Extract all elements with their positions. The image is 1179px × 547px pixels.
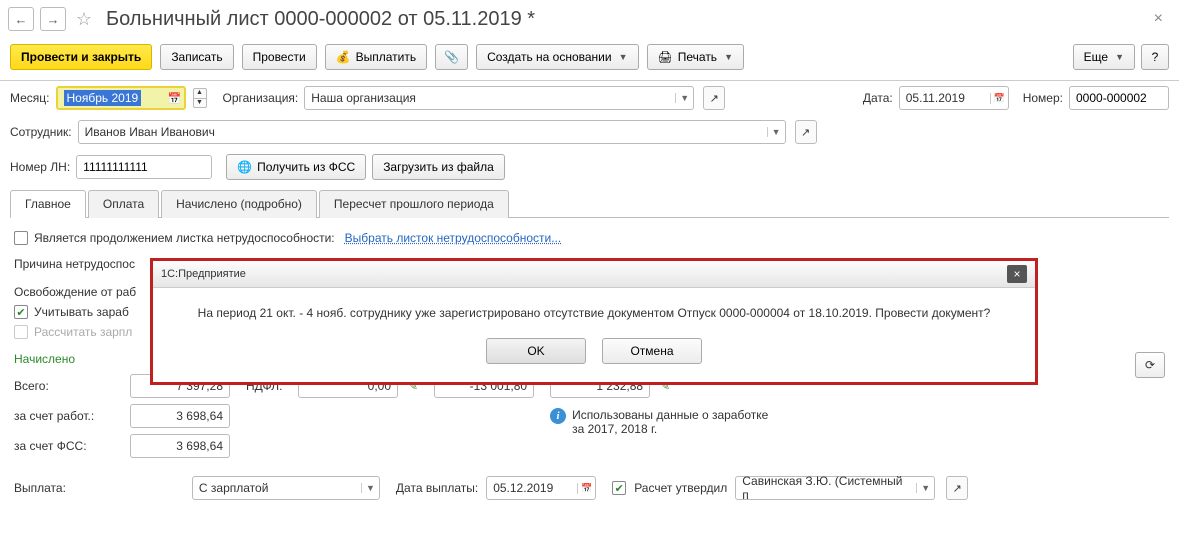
payout-select[interactable]: С зарплатой ▼	[192, 476, 380, 500]
help-button[interactable]: ?	[1141, 44, 1169, 70]
globe-icon: 🌐	[237, 160, 252, 174]
release-label: Освобождение от раб	[14, 285, 136, 299]
chevron-down-icon[interactable]: ▼	[675, 93, 693, 103]
pay-label: Выплатить	[356, 50, 417, 64]
chevron-down-icon[interactable]: ▼	[361, 483, 379, 493]
load-file-button[interactable]: Загрузить из файла	[372, 154, 505, 180]
get-fss-button[interactable]: 🌐 Получить из ФСС	[226, 154, 366, 180]
payout-value: С зарплатой	[193, 481, 361, 495]
refresh-icon: ⟳	[1145, 358, 1155, 372]
month-down[interactable]: ▼	[193, 98, 207, 108]
continuation-label: Является продолжением листка нетрудоспос…	[34, 231, 335, 245]
paperclip-icon: 📎	[444, 50, 459, 64]
create-based-label: Создать на основании	[487, 50, 612, 64]
employer-value[interactable]: 3 698,64	[130, 404, 230, 428]
number-label: Номер:	[1023, 91, 1063, 105]
info-text: Использованы данные о заработке за 2017,…	[572, 408, 772, 436]
reason-label: Причина нетрудоспос	[14, 257, 135, 271]
dialog-message: На период 21 окт. - 4 нояб. сотруднику у…	[198, 306, 991, 320]
payout-date-label: Дата выплаты:	[396, 481, 478, 495]
calendar-icon[interactable]: 📅	[990, 93, 1008, 104]
number-input[interactable]	[1069, 86, 1169, 110]
tab-recalc[interactable]: Пересчет прошлого периода	[319, 190, 509, 218]
page-title: Больничный лист 0000-000002 от 05.11.201…	[106, 8, 535, 31]
payout-label: Выплата:	[14, 481, 66, 495]
dialog-close-button[interactable]: ×	[1007, 265, 1027, 283]
org-open-button[interactable]: ↗	[703, 86, 725, 110]
employee-label: Сотрудник:	[10, 125, 72, 139]
tab-payment[interactable]: Оплата	[88, 190, 159, 218]
print-label: Печать	[678, 50, 717, 64]
employee-select[interactable]: Иванов Иван Иванович ▼	[78, 120, 786, 144]
dialog-title: 1С:Предприятие	[161, 268, 246, 280]
ln-input[interactable]	[76, 155, 212, 179]
save-button[interactable]: Записать	[160, 44, 233, 70]
chevron-down-icon[interactable]: ▼	[767, 127, 785, 137]
tab-main[interactable]: Главное	[10, 190, 86, 218]
payout-date-value: 05.12.2019	[487, 481, 577, 495]
more-button[interactable]: Еще ▼	[1073, 44, 1135, 70]
month-label: Месяц:	[10, 91, 50, 105]
continuation-checkbox[interactable]	[14, 231, 28, 245]
org-label: Организация:	[223, 91, 299, 105]
chevron-down-icon: ▼	[619, 52, 628, 62]
payout-date-input[interactable]: 05.12.2019 📅	[486, 476, 596, 500]
nav-forward-button[interactable]: →	[40, 7, 66, 31]
money-icon: 💰	[336, 50, 351, 64]
approved-label: Расчет утвердил	[634, 481, 727, 495]
print-button[interactable]: 🖨 Печать ▼	[647, 44, 744, 70]
month-value: Ноябрь 2019	[64, 90, 142, 106]
confirm-dialog: 1С:Предприятие × На период 21 окт. - 4 н…	[150, 258, 1038, 385]
org-select[interactable]: Наша организация ▼	[304, 86, 694, 110]
approved-select[interactable]: Савинская З.Ю. (Системный п ▼	[735, 476, 935, 500]
info-icon: i	[550, 408, 566, 424]
calendar-icon[interactable]: 📅	[577, 483, 595, 494]
date-label: Дата:	[863, 91, 893, 105]
date-value: 05.11.2019	[900, 91, 990, 105]
calc-salary-label: Рассчитать зарпл	[34, 325, 132, 339]
tab-accrued[interactable]: Начислено (подробно)	[161, 190, 317, 218]
total-label: Всего:	[14, 379, 124, 393]
favorite-star-icon[interactable]: ☆	[72, 9, 96, 30]
approved-value: Савинская З.Ю. (Системный п	[736, 474, 916, 502]
chevron-down-icon[interactable]: ▼	[916, 483, 934, 493]
month-input[interactable]: Ноябрь 2019 📅	[56, 86, 186, 110]
fss-label: за счет ФСС:	[14, 439, 124, 453]
get-fss-label: Получить из ФСС	[257, 160, 355, 174]
select-sheet-link[interactable]: Выбрать листок нетрудоспособности...	[345, 231, 562, 245]
create-based-button[interactable]: Создать на основании ▼	[476, 44, 638, 70]
attach-button[interactable]: 📎	[435, 44, 468, 70]
consider-earn-label: Учитывать зараб	[34, 305, 129, 319]
date-input[interactable]: 05.11.2019 📅	[899, 86, 1009, 110]
post-button[interactable]: Провести	[242, 44, 317, 70]
post-and-close-button[interactable]: Провести и закрыть	[10, 44, 152, 70]
close-icon[interactable]: ×	[1146, 6, 1171, 32]
approved-checkbox[interactable]: ✔	[612, 481, 626, 495]
org-value: Наша организация	[305, 91, 675, 105]
employer-label: за счет работ.:	[14, 409, 124, 423]
calc-salary-checkbox	[14, 325, 28, 339]
month-up[interactable]: ▲	[193, 88, 207, 98]
chevron-down-icon: ▼	[724, 52, 733, 62]
nav-back-button[interactable]: ←	[8, 7, 34, 31]
approved-open-button[interactable]: ↗	[946, 476, 968, 500]
dialog-ok-button[interactable]: OK	[486, 338, 586, 364]
consider-earn-checkbox[interactable]: ✔	[14, 305, 28, 319]
refresh-button[interactable]: ⟳	[1135, 352, 1165, 378]
employee-open-button[interactable]: ↗	[795, 120, 817, 144]
pay-button[interactable]: 💰 Выплатить	[325, 44, 427, 70]
calendar-icon[interactable]: 📅	[168, 92, 182, 105]
chevron-down-icon: ▼	[1115, 52, 1124, 62]
printer-icon: 🖨	[658, 50, 673, 64]
more-label: Еще	[1084, 50, 1108, 64]
fss-value[interactable]: 3 698,64	[130, 434, 230, 458]
employee-value: Иванов Иван Иванович	[79, 125, 767, 139]
ln-label: Номер ЛН:	[10, 160, 70, 174]
dialog-cancel-button[interactable]: Отмена	[602, 338, 702, 364]
